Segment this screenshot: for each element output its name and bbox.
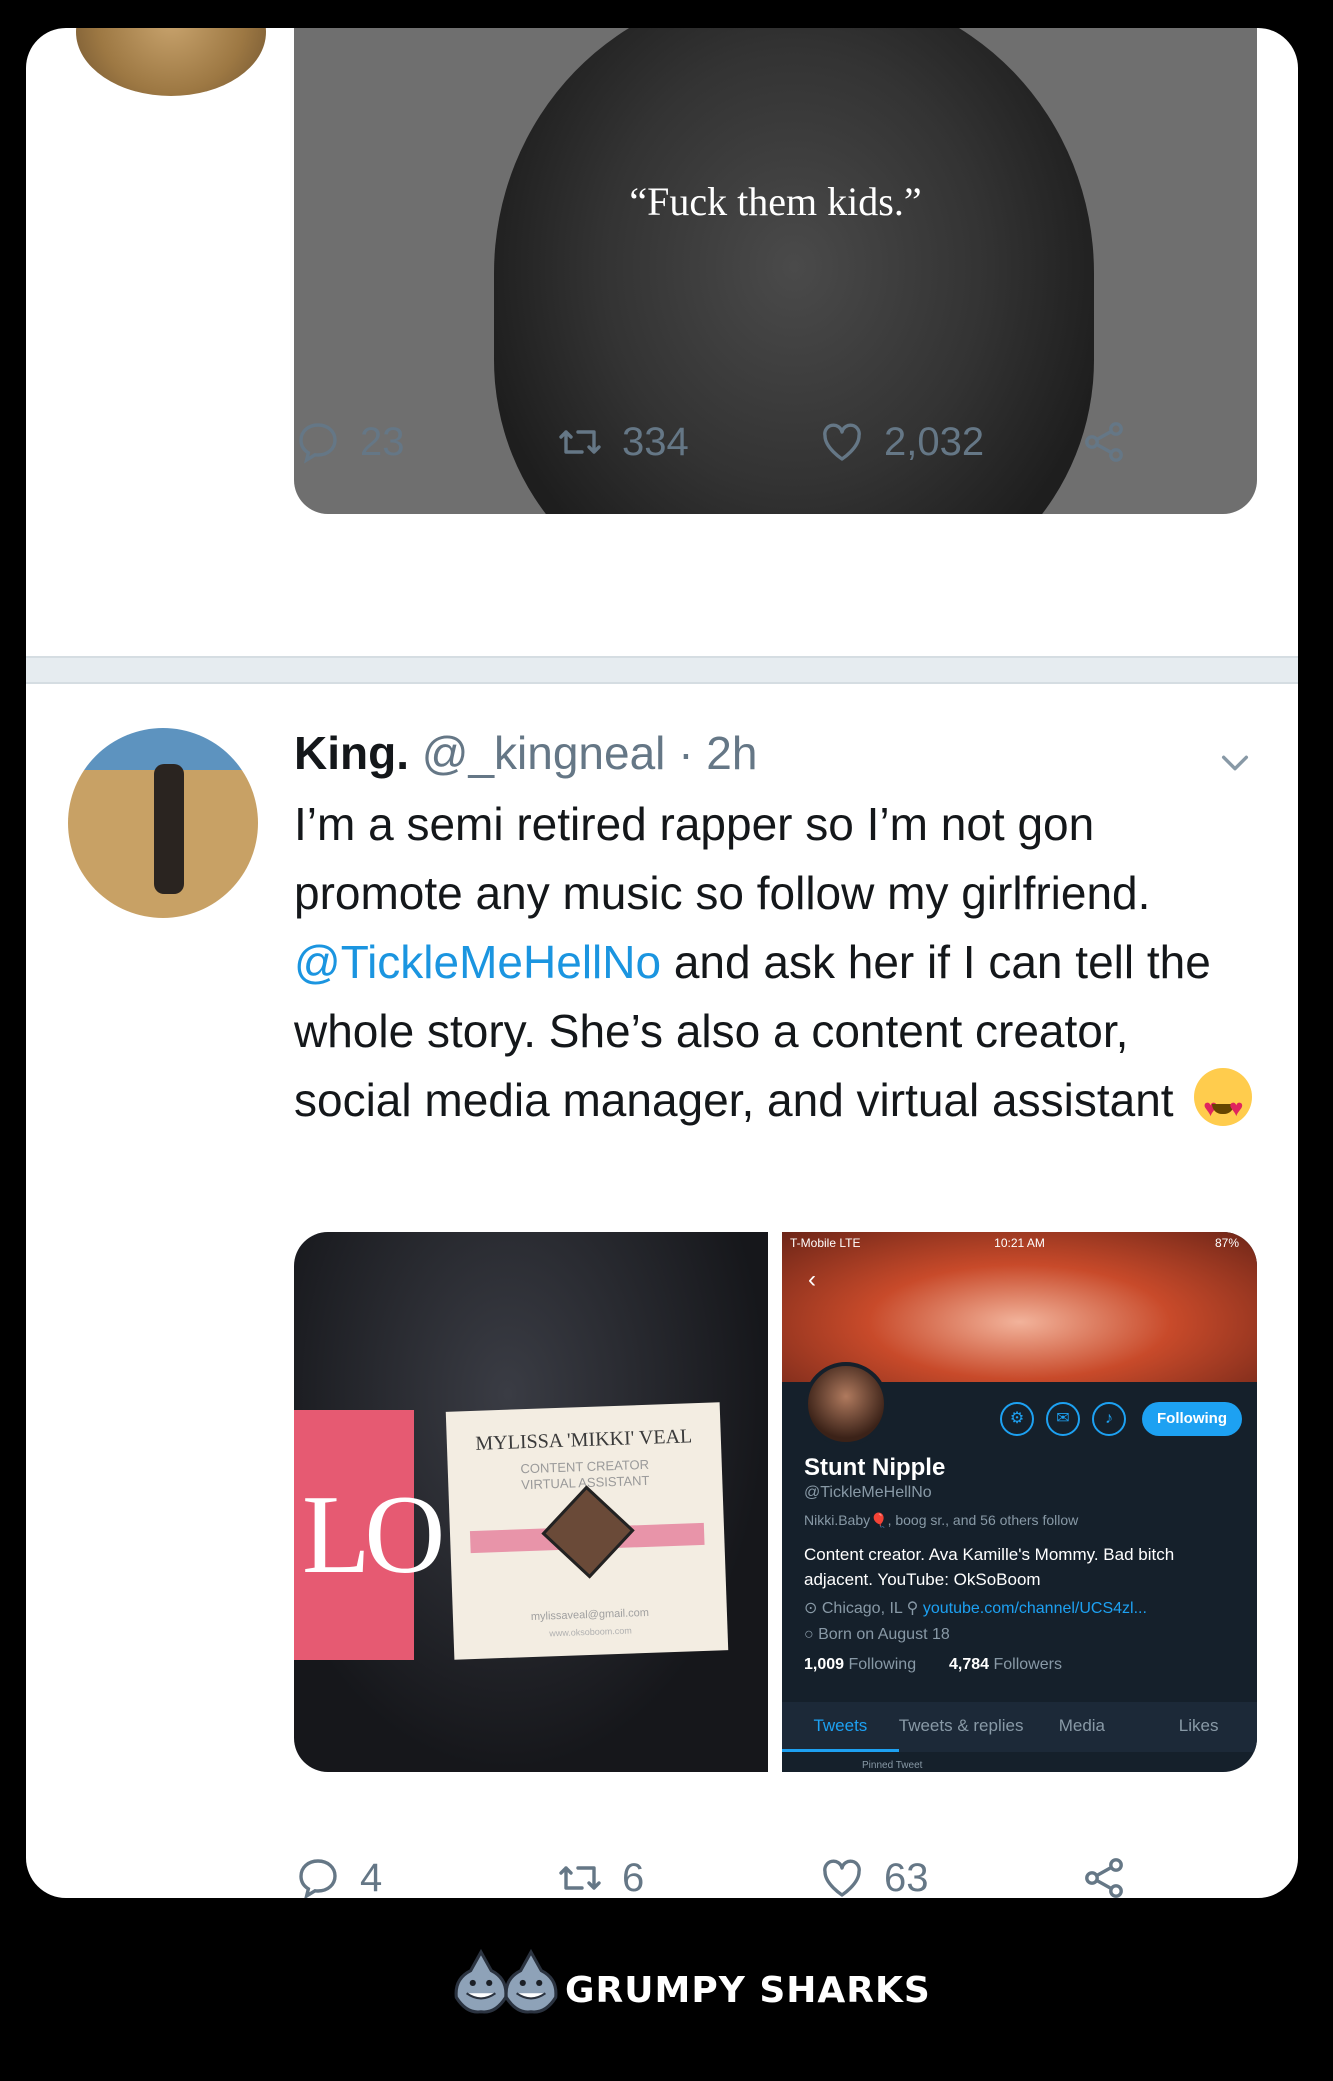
brand-watermark: GRUMPY SHARKS [565, 1970, 931, 2011]
like-button[interactable]: 2,032 [818, 418, 1080, 466]
followers-label: Followers [993, 1656, 1062, 1673]
profile-birthday: Born on August 18 [818, 1626, 950, 1643]
profile-stats: 1,009 Following 4,784 Followers [804, 1656, 1062, 1674]
link-icon: ⚲ [906, 1600, 923, 1617]
profile-name: Stunt Nipple [804, 1454, 946, 1481]
message-envelope-icon: ✉ [1046, 1402, 1080, 1436]
followed-by: Nikki.Baby🎈, boog sr., and 56 others fol… [804, 1512, 1079, 1528]
tweet1-actions: 23 334 2,032 [294, 412, 1194, 472]
business-card-website: www.oksoboom.com [549, 1625, 632, 1639]
tweet-photo-profile-screenshot[interactable]: T-Mobile LTE 10:21 AM 87% ‹ ⚙ ✉ ♪ Follow… [782, 1232, 1257, 1772]
previous-tweet-avatar[interactable] [76, 28, 266, 96]
profile-handle: @TickleMeHellNo [804, 1484, 932, 1501]
following-label: Following [848, 1656, 917, 1673]
pinned-tweet-label: Pinned Tweet [862, 1760, 923, 1771]
timestamp[interactable]: · 2h [678, 727, 757, 779]
clock: 10:21 AM [994, 1236, 1045, 1250]
share-button[interactable] [1080, 418, 1128, 466]
avatar[interactable] [68, 728, 258, 918]
profile-location: Chicago, IL [821, 1600, 903, 1617]
chevron-down-icon[interactable] [1218, 746, 1252, 780]
avatar-figure [154, 764, 184, 894]
like-count: 2,032 [884, 419, 985, 464]
tab-likes: Likes [1178, 1716, 1219, 1735]
reply-icon [299, 423, 337, 464]
profile-banner [782, 1232, 1257, 1382]
profile-link: youtube.com/channel/UCS4zl... [922, 1600, 1147, 1617]
tweet-header: King. @_kingneal · 2h [294, 726, 757, 780]
tab-media: Media [1058, 1716, 1106, 1735]
profile-bio: Content creator. Ava Kamille's Mommy. Ba… [804, 1545, 1175, 1589]
retweet-count: 334 [622, 419, 689, 464]
portrait-diamond [541, 1485, 635, 1579]
tab-tweets: Tweets [782, 1702, 899, 1752]
tweet-text-part: I’m a semi retired rapper so I’m not gon… [294, 798, 1151, 919]
mention-link[interactable]: @TickleMeHellNo [294, 936, 661, 988]
battery-level: 87% [1214, 1236, 1239, 1250]
notification-bell-icon: ♪ [1092, 1402, 1126, 1436]
reply-count: 23 [360, 419, 405, 464]
tweet2-actions: 4 6 63 [294, 1848, 1194, 1898]
share-icon [1085, 422, 1123, 462]
like-button[interactable]: 63 [818, 1854, 1080, 1898]
profile-tabs: Tweets Tweets & replies Media Likes [782, 1702, 1257, 1752]
retweet-icon [559, 430, 601, 454]
shark-logo-icon [504, 1948, 558, 2014]
retweet-count: 6 [622, 1855, 645, 1899]
business-card-name: MYLISSA 'MIKKI' VEAL [475, 1425, 693, 1455]
image-caption: “Fuck them kids.” [629, 179, 922, 224]
tweet-text: I’m a semi retired rapper so I’m not gon… [294, 790, 1254, 1143]
reply-button[interactable]: 23 [294, 418, 556, 466]
handle[interactable]: @_kingneal [422, 727, 666, 779]
back-arrow-icon: ‹ [808, 1266, 816, 1293]
location-pin-icon: ⊙ [804, 1600, 822, 1617]
retweet-icon [559, 1866, 601, 1890]
share-button[interactable] [1080, 1854, 1128, 1898]
following-button: Following [1142, 1402, 1242, 1436]
retweet-button[interactable]: 334 [556, 418, 818, 466]
profile-avatar [804, 1362, 888, 1446]
like-count: 63 [884, 1855, 929, 1899]
balloon-icon: ○ [804, 1626, 819, 1643]
watermark-footer: GRUMPY SHARKS [0, 1948, 1333, 2038]
tweet-photo-business-card[interactable]: LO MYLISSA 'MIKKI' VEAL CONTENT CREATOR … [294, 1232, 768, 1772]
heart-icon [823, 423, 861, 461]
display-name[interactable]: King. [294, 727, 409, 779]
heart-icon [823, 1859, 861, 1897]
profile-location-row: ⊙ Chicago, IL ⚲ youtube.com/channel/UCS4… [804, 1598, 1254, 1618]
tweet-separator [26, 656, 1298, 684]
reply-button[interactable]: 4 [294, 1854, 556, 1898]
business-card-email: mylissaveal@gmail.com [530, 1606, 650, 1624]
tweet-card: “Fuck them kids.” 23 334 2,032 King. @_k… [26, 28, 1298, 1898]
heart-eyes-emoji-icon [1194, 1068, 1253, 1143]
tab-tweets-replies: Tweets & replies [898, 1716, 1024, 1735]
retweet-button[interactable]: 6 [556, 1854, 818, 1898]
profile-born-row: ○ Born on August 18 [804, 1626, 950, 1644]
share-icon [1085, 1858, 1123, 1898]
business-card: MYLISSA 'MIKKI' VEAL CONTENT CREATOR VIR… [445, 1402, 729, 1660]
phone-status-bar: T-Mobile LTE 10:21 AM 87% [790, 1236, 1249, 1254]
pink-card: LO [294, 1410, 445, 1660]
following-count: 1,009 [804, 1656, 845, 1673]
reply-icon [299, 1859, 337, 1898]
settings-gear-icon: ⚙ [1000, 1402, 1034, 1436]
reply-count: 4 [360, 1855, 383, 1899]
followers-count: 4,784 [949, 1656, 990, 1673]
